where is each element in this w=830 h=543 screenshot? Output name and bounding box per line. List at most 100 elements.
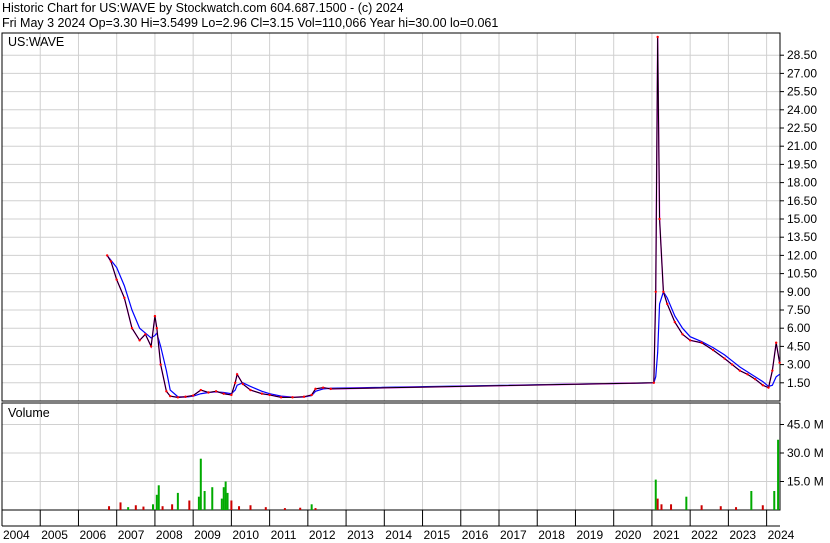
price-point [681, 333, 684, 336]
price-point [109, 260, 113, 263]
y-tick-label: 25.50 [787, 85, 817, 99]
price-point [138, 339, 141, 342]
price-point [321, 386, 325, 389]
price-point [214, 390, 218, 393]
y-tick-label: 4.50 [787, 339, 811, 353]
price-point [235, 373, 239, 376]
price-point [105, 254, 109, 257]
y-tick-label: 24.00 [787, 103, 817, 117]
y-tick-label: 6.00 [787, 321, 811, 335]
price-point [155, 327, 159, 330]
price-point [249, 388, 252, 392]
price-point [241, 382, 245, 386]
y-tick-label: 3.00 [787, 358, 811, 372]
price-point [199, 388, 203, 392]
price-point [731, 363, 734, 366]
chart-stage: Historic Chart for US:WAVE by Stockwatch… [0, 0, 830, 543]
price-point [184, 395, 187, 398]
price-point [144, 333, 147, 336]
price-point [700, 341, 703, 344]
y-tick-label: 9.00 [787, 285, 811, 299]
x-tick-label: 2007 [118, 528, 145, 542]
price-point [778, 361, 781, 364]
volume-tick-label: 30.0 M [787, 446, 824, 460]
price-point [165, 390, 168, 393]
price-point [746, 373, 749, 376]
y-tick-label: 16.50 [787, 194, 817, 208]
x-tick-label: 2005 [41, 528, 68, 542]
price-point [738, 369, 742, 372]
price-point [774, 341, 778, 344]
price-point [314, 387, 317, 391]
y-tick-label: 19.50 [787, 157, 817, 171]
price-panel-frame [1, 32, 781, 402]
y-tick-label: 27.00 [787, 66, 817, 80]
price-panel-label: US:WAVE [8, 35, 64, 49]
price-point [723, 357, 726, 360]
price-point [673, 320, 677, 324]
price-point [230, 393, 233, 397]
price-point [153, 314, 157, 318]
x-tick-label: 2014 [385, 528, 412, 542]
y-tick-label: 21.00 [787, 139, 817, 153]
ma-long-line [106, 255, 780, 398]
x-tick-label: 2015 [424, 528, 451, 542]
x-tick-label: 2020 [615, 528, 642, 542]
y-tick-label: 10.50 [787, 267, 817, 281]
x-tick-label: 2012 [309, 528, 336, 542]
price-point [658, 217, 661, 221]
x-tick-label: 2022 [691, 528, 718, 542]
price-point [159, 363, 162, 366]
x-tick-label: 2009 [194, 528, 221, 542]
y-tick-label: 12.00 [787, 248, 817, 262]
price-point [115, 278, 118, 281]
price-point [771, 369, 774, 372]
x-tick-label: 2010 [232, 528, 259, 542]
x-tick-label: 2008 [156, 528, 183, 542]
price-point [207, 391, 210, 394]
price-point [191, 394, 195, 397]
price-point [222, 392, 225, 395]
price-point [654, 290, 657, 293]
price-point [761, 384, 764, 387]
price-point [176, 396, 180, 399]
price-point [688, 339, 692, 342]
price-point [123, 296, 126, 300]
price-line [106, 36, 781, 398]
x-tick-label: 2004 [3, 528, 30, 542]
stock-chart: 1.50 3.00 4.50 6.00 7.50 9.00 10.50 12.00 13.50 1… [1, 32, 824, 542]
volume-panel-frame [1, 402, 781, 511]
x-tick-label: 2016 [462, 528, 489, 542]
price-point [652, 381, 656, 384]
volume-panel-label: Volume [8, 406, 50, 420]
y-tick-label: 1.50 [787, 376, 811, 390]
y-tick-label: 28.50 [787, 48, 817, 62]
price-point [711, 348, 715, 352]
price-point [169, 394, 172, 398]
price-point [666, 302, 669, 306]
x-tick-label: 2024 [768, 528, 795, 542]
x-tick-label: 2006 [79, 528, 106, 542]
price-point [268, 393, 271, 397]
price-point [329, 387, 332, 391]
price-point [310, 393, 313, 397]
price-point [291, 396, 294, 399]
x-tick-label: 2013 [347, 528, 374, 542]
price-point [753, 377, 757, 381]
price-point [302, 395, 306, 398]
x-tick-label: 2017 [500, 528, 527, 542]
x-tick-label: 2021 [653, 528, 680, 542]
price-point [767, 386, 770, 389]
price-point [260, 392, 264, 395]
x-tick-label: 2011 [271, 528, 297, 542]
price-point [130, 327, 134, 330]
ma-mid-line [106, 36, 781, 399]
y-tick-label: 18.00 [787, 176, 817, 190]
x-tick-label: 2019 [576, 528, 603, 542]
volume-tick-label: 15.0 M [787, 475, 824, 489]
y-tick-label: 15.00 [787, 212, 817, 226]
price-point [234, 381, 237, 384]
price-point [662, 290, 665, 293]
x-tick-label: 2018 [538, 528, 565, 542]
y-tick-label: 13.50 [787, 230, 817, 244]
